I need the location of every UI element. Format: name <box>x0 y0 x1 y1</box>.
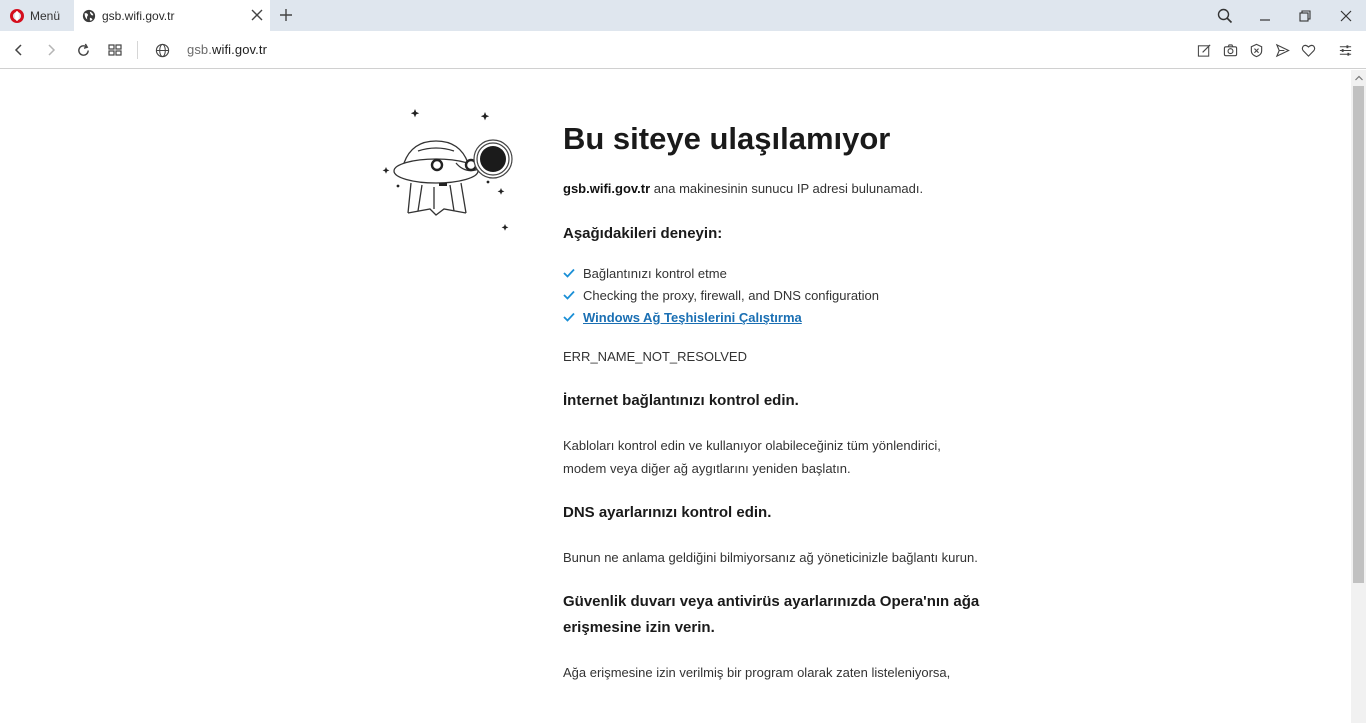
section-body-dns: Bunun ne anlama geldiğini bilmiyorsanız … <box>563 550 978 565</box>
checkmark-icon <box>563 312 575 322</box>
snapshot-button[interactable] <box>1221 41 1239 59</box>
section-body-internet: Kabloları kontrol edin ve kullanıyor ola… <box>563 438 941 476</box>
back-button[interactable] <box>9 40 29 60</box>
back-icon <box>14 44 22 56</box>
list-item: Checking the proxy, firewall, and DNS co… <box>563 285 983 307</box>
reload-icon <box>77 43 89 56</box>
globe-icon <box>82 9 96 22</box>
error-content: Bu siteye ulaşılamıyor gsb.wifi.gov.tr a… <box>563 118 983 684</box>
url-prefix: gsb. <box>187 42 212 57</box>
host-message-text: ana makinesinin sunucu IP adresi bulunam… <box>650 181 924 196</box>
opera-menu-button[interactable]: Menü <box>0 0 74 31</box>
plus-icon[interactable] <box>277 6 295 24</box>
section-heading-firewall: Güvenlik duvarı veya antivirüs ayarların… <box>563 593 980 636</box>
easy-setup-button[interactable] <box>1336 41 1354 59</box>
tabs-grid-icon <box>108 44 122 56</box>
close-icon[interactable] <box>250 8 264 22</box>
section-heading-internet: İnternet bağlantınızı kontrol edin. <box>563 392 799 409</box>
page-title: Bu siteye ulaşılamıyor <box>563 121 891 156</box>
active-tab[interactable]: gsb.wifi.gov.tr <box>74 0 270 31</box>
reload-button[interactable] <box>73 40 93 60</box>
send-button[interactable] <box>1273 41 1291 59</box>
section-heading-dns: DNS ayarlarınızı kontrol edin. <box>563 504 772 521</box>
search-tabs-button[interactable] <box>1205 0 1245 31</box>
page-scrollbar[interactable] <box>1351 70 1366 723</box>
adblock-button[interactable] <box>1247 41 1265 59</box>
restore-icon <box>1299 9 1311 22</box>
windows-diagnostics-link[interactable]: Windows Ağ Teşhislerini Çalıştırma <box>583 310 802 325</box>
globe-icon <box>155 43 169 57</box>
url-field[interactable]: gsb.wifi.gov.tr <box>187 42 267 57</box>
tab-title: gsb.wifi.gov.tr <box>102 8 175 23</box>
close-icon <box>1340 10 1352 21</box>
camera-icon <box>1223 43 1237 56</box>
opera-logo-icon <box>10 8 24 23</box>
address-bar: gsb.wifi.gov.tr <box>0 31 1366 69</box>
forward-button[interactable] <box>41 40 61 60</box>
forward-icon <box>48 44 56 56</box>
easy-setup-icon <box>1339 44 1351 56</box>
close-window-button[interactable] <box>1326 0 1366 31</box>
edit-button[interactable] <box>1195 41 1213 59</box>
host-message: gsb.wifi.gov.tr ana makinesinin sunucu I… <box>563 177 983 200</box>
scroll-up-button[interactable] <box>1351 70 1366 85</box>
suggestion-text: Bağlantınızı kontrol etme <box>583 266 727 281</box>
section-body-firewall: Ağa erişmesine izin verilmiş bir program… <box>563 665 951 680</box>
try-heading: Aşağıdakileri deneyin: <box>563 225 723 242</box>
send-icon <box>1275 43 1290 57</box>
ufo-astronaut-illustration <box>382 109 513 231</box>
bookmark-button[interactable] <box>1299 41 1317 59</box>
adblock-icon <box>1250 43 1262 57</box>
minimize-icon <box>1260 18 1270 21</box>
suggestion-text: Checking the proxy, firewall, and DNS co… <box>583 288 880 303</box>
checkmark-icon <box>563 290 575 300</box>
site-info-button[interactable] <box>152 40 172 60</box>
speed-dial-button[interactable] <box>105 40 125 60</box>
scroll-thumb[interactable] <box>1353 86 1364 583</box>
chevron-up-icon <box>1354 75 1363 80</box>
suggestions-list: Bağlantınızı kontrol etme Checking the p… <box>563 263 983 329</box>
restore-button[interactable] <box>1285 0 1325 31</box>
list-item: Windows Ağ Teşhislerini Çalıştırma <box>563 307 983 329</box>
error-code: ERR_NAME_NOT_RESOLVED <box>563 349 747 364</box>
tab-strip: Menü gsb.wifi.gov.tr <box>0 0 1366 31</box>
search-icon <box>1217 8 1233 23</box>
menu-label: Menü <box>30 8 61 23</box>
list-item: Bağlantınızı kontrol etme <box>563 263 983 285</box>
heart-icon <box>1301 44 1315 57</box>
host-name: gsb.wifi.gov.tr <box>563 181 651 196</box>
url-domain: wifi.gov.tr <box>211 42 268 57</box>
edit-icon <box>1197 43 1211 57</box>
checkmark-icon <box>563 268 575 278</box>
minimize-button[interactable] <box>1245 0 1285 31</box>
toolbar-divider <box>137 41 138 59</box>
